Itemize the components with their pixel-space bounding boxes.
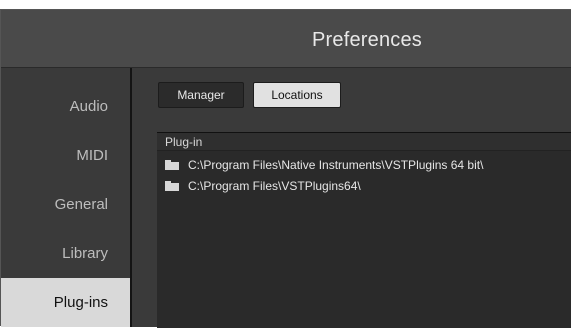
sidebar-item-plug-ins[interactable]: Plug-ins <box>1 278 130 327</box>
column-header-plug-in[interactable]: Plug-in <box>157 133 571 151</box>
sidebar-item-library[interactable]: Library <box>1 229 130 278</box>
folder-icon <box>165 160 179 170</box>
sidebar-item-general[interactable]: General <box>1 180 130 229</box>
locations-button[interactable]: Locations <box>253 82 341 108</box>
plugin-path: C:\Program Files\Native Instruments\VSTP… <box>188 158 484 172</box>
window-title: Preferences <box>311 29 423 51</box>
plug-ins-panel: Manager Locations Plug-in C:\Program Fil… <box>132 68 571 328</box>
preferences-sidebar: Audio MIDI General Library Plug-ins <box>1 68 132 327</box>
preferences-window: Preferences Audio MIDI General Library P… <box>0 9 571 328</box>
list-item[interactable]: C:\Program Files\Native Instruments\VSTP… <box>157 155 571 175</box>
plugin-locations-list[interactable]: Plug-in C:\Program Files\Native Instrume… <box>157 132 571 328</box>
folder-icon <box>165 181 179 191</box>
sidebar-item-midi[interactable]: MIDI <box>1 131 130 180</box>
manager-button[interactable]: Manager <box>158 82 244 108</box>
sidebar-item-audio[interactable]: Audio <box>1 82 130 131</box>
plugin-path: C:\Program Files\VSTPlugins64\ <box>188 179 361 193</box>
title-bar: Preferences <box>1 10 571 68</box>
list-item[interactable]: C:\Program Files\VSTPlugins64\ <box>157 176 571 196</box>
